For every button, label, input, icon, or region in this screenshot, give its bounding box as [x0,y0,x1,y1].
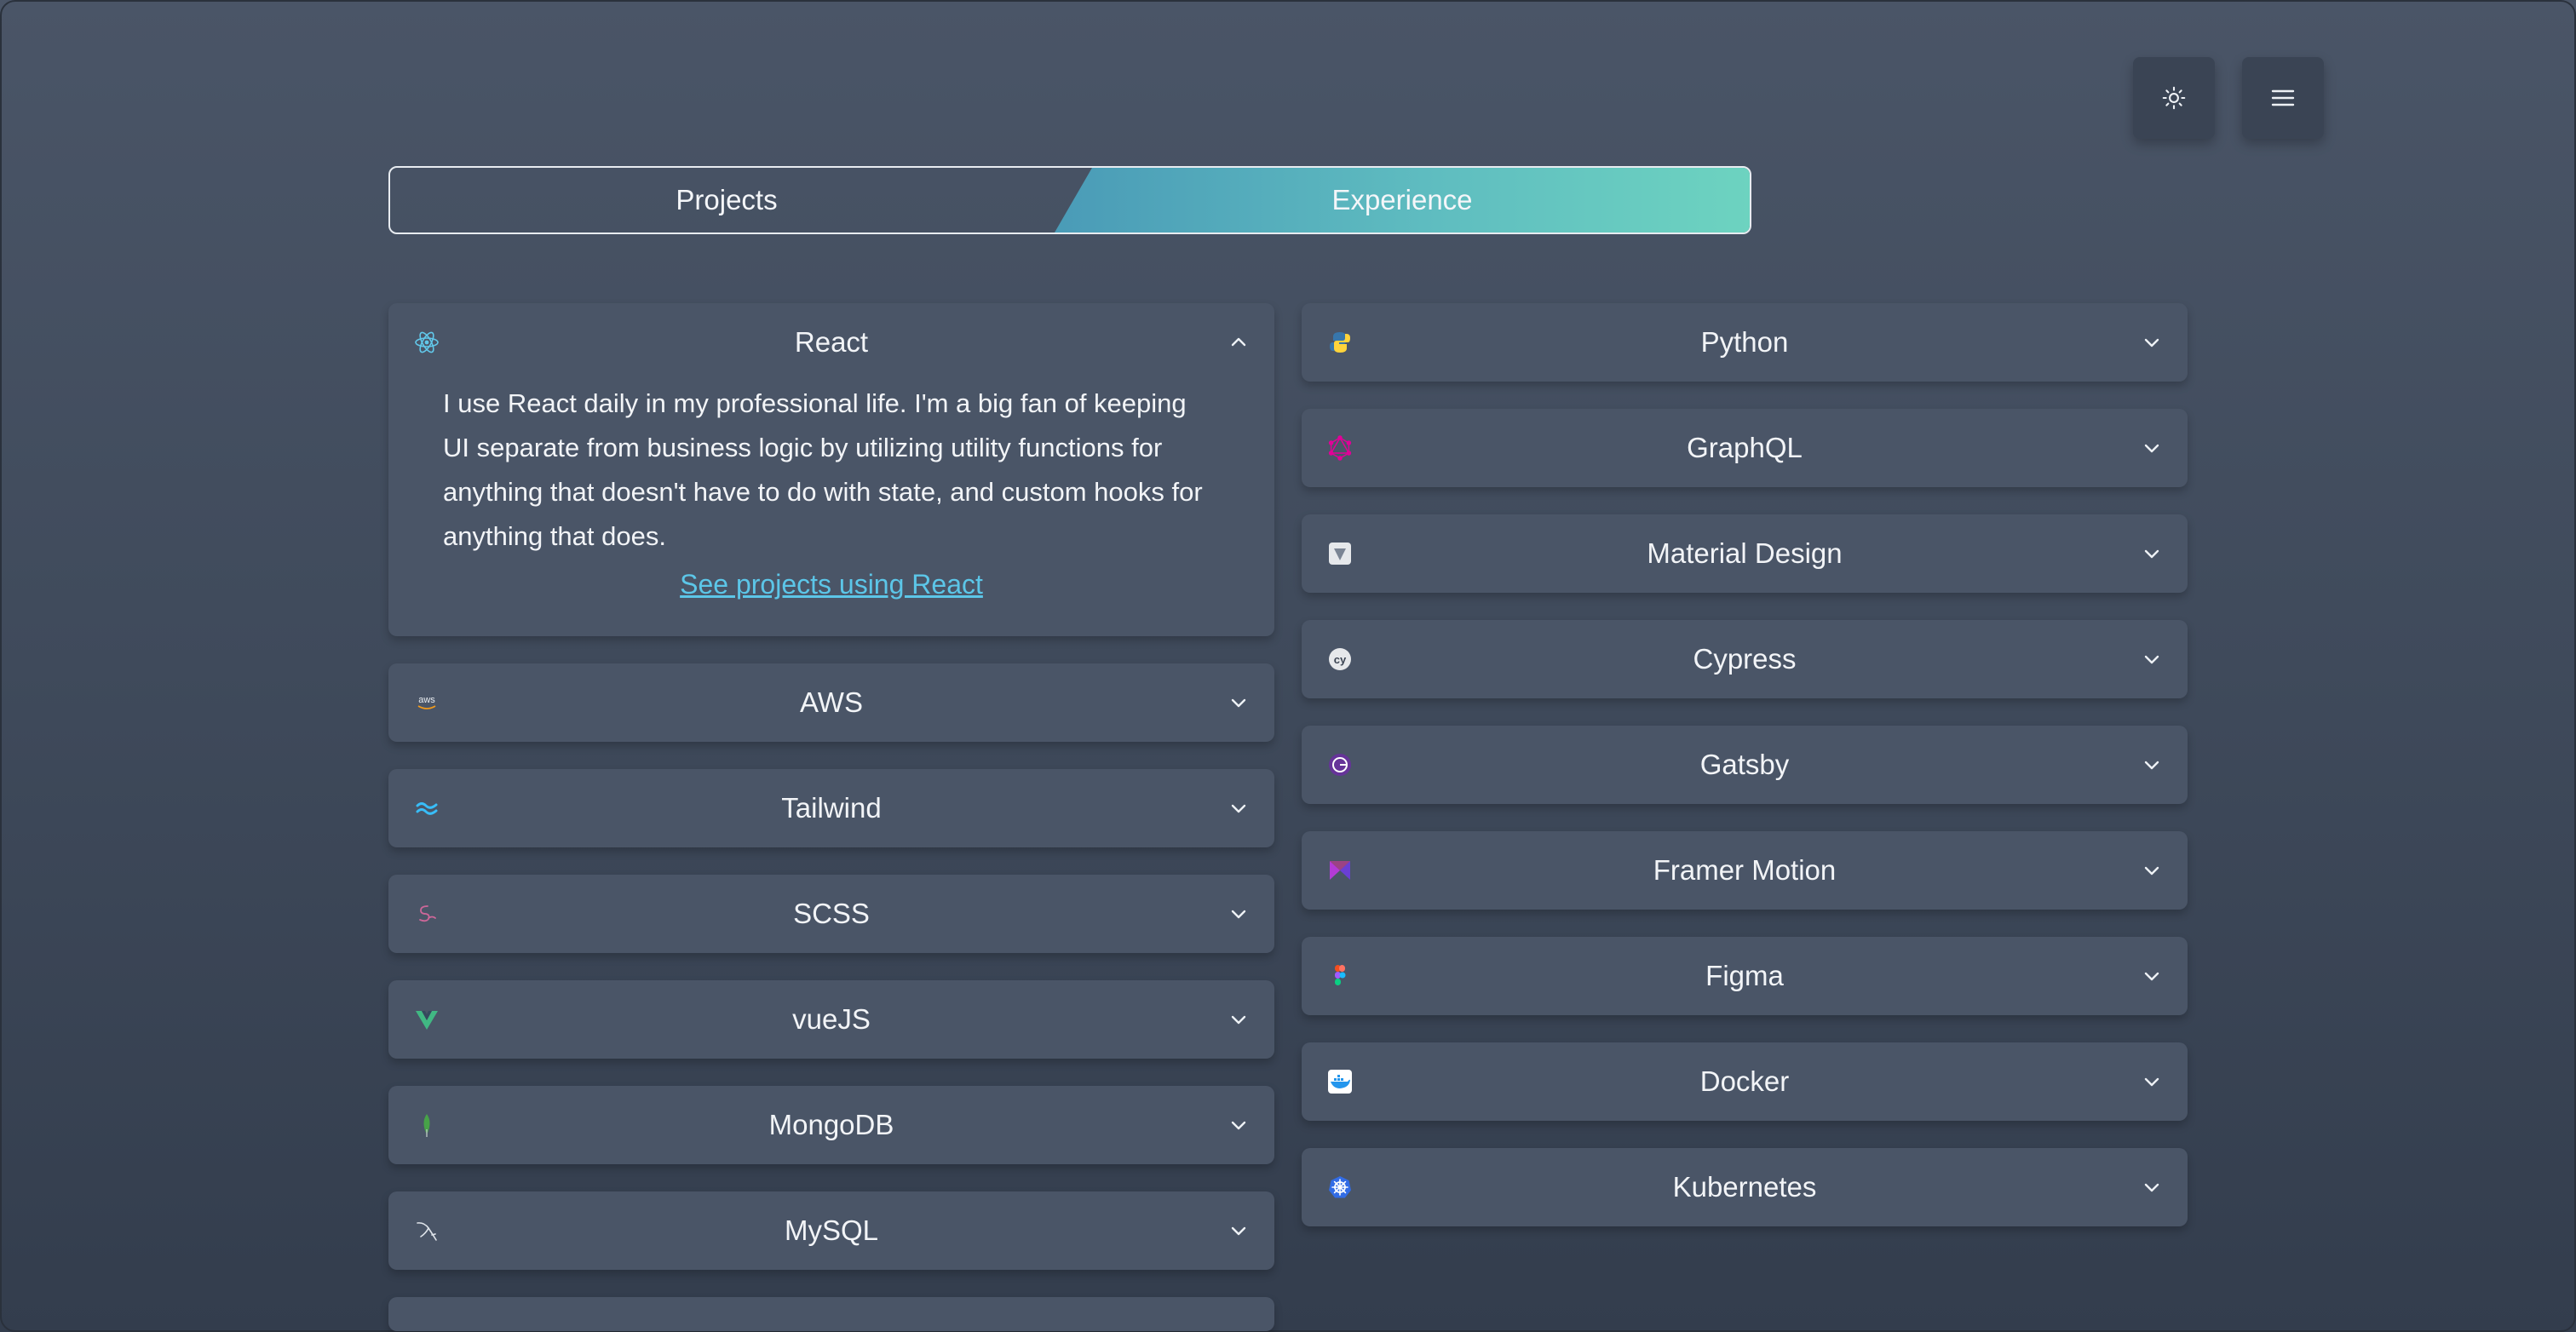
chevron-down-icon [1228,904,1249,924]
accordion-header-figma[interactable]: Figma [1302,937,2188,1015]
accordion-docker: Docker [1302,1042,2188,1121]
accordion-cypress: cy Cypress [1302,620,2188,698]
accordion-react: React I use React daily in my profession… [388,303,1274,636]
menu-button[interactable] [2242,57,2324,139]
chevron-down-icon [2142,860,2162,881]
chevron-down-icon [1228,1115,1249,1135]
accordion-title: Cypress [1693,643,1797,675]
see-projects-link[interactable]: See projects using React [443,569,1220,600]
accordion-header-react[interactable]: React [388,303,1274,382]
accordion-title: Gatsby [1699,749,1790,780]
skills-column-right: Python GraphQL Material Design cy Cypres… [1302,303,2188,1254]
chevron-down-icon [1228,1009,1249,1030]
tab-experience[interactable]: Experience [1055,168,1750,233]
chevron-down-icon [2142,543,2162,564]
react-icon [414,330,440,355]
graphql-icon [1327,435,1353,461]
accordion-gatsby: Gatsby [1302,726,2188,804]
sun-icon [2162,86,2186,110]
accordion-title: vueJS [792,1003,871,1035]
accordion-header-aws[interactable]: aws AWS [388,663,1274,742]
vue-icon [414,1007,440,1032]
accordion-graphql: GraphQL [1302,409,2188,487]
chevron-up-icon [1228,332,1249,353]
kubernetes-icon [1327,1174,1353,1200]
accordion-body-react: I use React daily in my professional lif… [388,382,1274,636]
accordion-kubernetes: Kubernetes [1302,1148,2188,1226]
tab-projects[interactable]: Projects [390,168,1063,233]
cypress-icon: cy [1327,646,1353,672]
accordion-title: Framer Motion [1653,854,1837,886]
tailwind-icon [414,795,440,821]
chevron-down-icon [1228,798,1249,818]
accordion-title: Kubernetes [1672,1171,1817,1203]
chevron-down-icon [2142,649,2162,669]
accordion-vuejs: vueJS [388,980,1274,1059]
accordion-scss: SCSS [388,875,1274,953]
figma-icon [1327,963,1353,989]
accordion-title: React [794,326,869,358]
chevron-down-icon [2142,755,2162,775]
accordion-header-mongodb[interactable]: MongoDB [388,1086,1274,1164]
material-design-icon [1327,541,1353,566]
accordion-framer-motion: Framer Motion [1302,831,2188,910]
accordion-cut-off[interactable] [388,1297,1274,1331]
skills-column-left: React I use React daily in my profession… [388,303,1274,1331]
skill-description: I use React daily in my professional lif… [443,388,1203,551]
accordion-header-vuejs[interactable]: vueJS [388,980,1274,1059]
accordion-title: AWS [800,686,863,718]
accordion-title: GraphQL [1687,432,1803,463]
docker-icon [1327,1069,1353,1094]
accordion-header-material-design[interactable]: Material Design [1302,514,2188,593]
mysql-icon [414,1218,440,1243]
accordion-mysql: MySQL [388,1191,1274,1270]
accordion-header-tailwind[interactable]: Tailwind [388,769,1274,847]
accordion-aws: aws AWS [388,663,1274,742]
section-tabs: Projects Experience [388,166,1751,234]
svg-text:aws: aws [418,695,435,705]
accordion-title: Docker [1699,1065,1790,1097]
aws-icon: aws [414,690,440,715]
chevron-down-icon [1228,1220,1249,1241]
accordion-header-cypress[interactable]: cy Cypress [1302,620,2188,698]
accordion-header-kubernetes[interactable]: Kubernetes [1302,1148,2188,1226]
accordion-title: SCSS [793,898,870,929]
accordion-title: Python [1700,326,1789,358]
hamburger-menu-icon [2271,89,2295,107]
chevron-down-icon [2142,966,2162,986]
accordion-header-framer-motion[interactable]: Framer Motion [1302,831,2188,910]
accordion-header-gatsby[interactable]: Gatsby [1302,726,2188,804]
accordion-header-scss[interactable]: SCSS [388,875,1274,953]
sass-icon [414,901,440,927]
accordion-figma: Figma [1302,937,2188,1015]
mongodb-icon [414,1112,440,1138]
accordion-header-mysql[interactable]: MySQL [388,1191,1274,1270]
accordion-title: Material Design [1647,537,1843,569]
accordion-header-docker[interactable]: Docker [1302,1042,2188,1121]
python-icon [1327,330,1353,355]
theme-toggle-button[interactable] [2133,57,2215,139]
accordion-title: MongoDB [768,1109,894,1140]
accordion-header-python[interactable]: Python [1302,303,2188,382]
framer-motion-icon [1327,858,1353,883]
accordion-python: Python [1302,303,2188,382]
accordion-header-graphql[interactable]: GraphQL [1302,409,2188,487]
svg-text:cy: cy [1334,653,1347,666]
accordion-material-design: Material Design [1302,514,2188,593]
chevron-down-icon [2142,1177,2162,1197]
accordion-title: MySQL [784,1214,879,1246]
chevron-down-icon [2142,1071,2162,1092]
accordion-title: Figma [1705,960,1784,991]
gatsby-icon [1327,752,1353,778]
accordion-title: Tailwind [781,792,882,824]
chevron-down-icon [1228,692,1249,713]
accordion-tailwind: Tailwind [388,769,1274,847]
chevron-down-icon [2142,438,2162,458]
accordion-mongodb: MongoDB [388,1086,1274,1164]
chevron-down-icon [2142,332,2162,353]
